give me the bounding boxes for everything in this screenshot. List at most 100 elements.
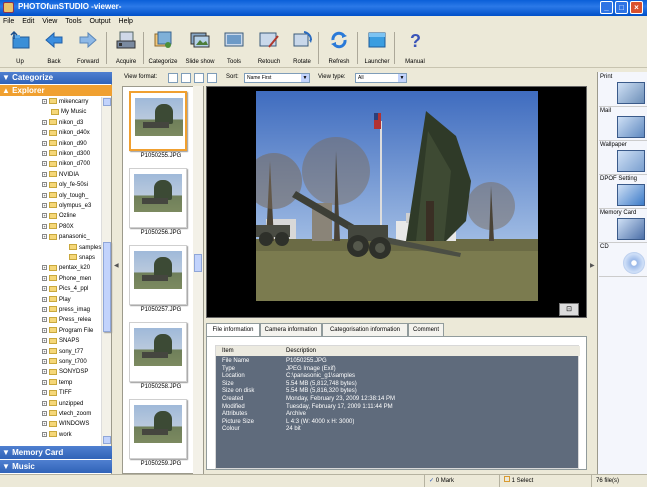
menu-help[interactable]: Help xyxy=(119,16,133,28)
output-tool-wallpaper[interactable]: Wallpaper xyxy=(599,141,647,175)
expand-icon[interactable]: + xyxy=(42,130,47,136)
tree-folder-item[interactable]: + nikon_d300 xyxy=(42,150,90,159)
expand-icon[interactable]: + xyxy=(42,275,47,281)
scroll-down-arrow[interactable] xyxy=(103,436,111,444)
expand-icon[interactable]: + xyxy=(42,171,47,177)
expand-icon[interactable]: + xyxy=(42,140,47,146)
slideshow-button[interactable]: Slide show xyxy=(182,30,218,66)
tree-folder-item[interactable]: samples xyxy=(60,244,101,253)
view-type-select[interactable]: All ▼ xyxy=(355,73,407,83)
collapse-right-icon[interactable]: ▶ xyxy=(590,262,595,269)
output-tool-cd[interactable]: CD xyxy=(599,243,647,277)
expand-icon[interactable]: + xyxy=(42,410,47,416)
output-tool-mail[interactable]: Mail xyxy=(599,107,647,141)
tree-folder-item[interactable]: + Press_relea xyxy=(42,316,91,325)
close-button[interactable]: × xyxy=(630,1,643,14)
tree-folder-item[interactable]: + olympus_e3 xyxy=(42,202,91,211)
tree-folder-item[interactable]: + WINDOWS xyxy=(42,420,89,429)
tree-folder-item[interactable]: + Phone_men xyxy=(42,275,91,284)
expand-icon[interactable]: + xyxy=(42,150,47,156)
rotate-button[interactable]: Rotate xyxy=(284,30,320,66)
tree-folder-item[interactable]: + temp xyxy=(42,379,72,388)
scroll-thumb[interactable] xyxy=(194,254,202,272)
menu-edit[interactable]: Edit xyxy=(22,16,34,28)
tools-button[interactable]: Tools xyxy=(216,30,252,66)
tree-folder-item[interactable]: + NVIDIA xyxy=(42,171,79,180)
menu-tools[interactable]: Tools xyxy=(65,16,81,28)
thumbnail-item[interactable] xyxy=(129,322,187,382)
tab-file-information[interactable]: File information xyxy=(206,323,260,337)
tree-folder-item[interactable]: + press_imag xyxy=(42,306,90,315)
expand-icon[interactable]: + xyxy=(42,119,47,125)
expand-icon[interactable]: + xyxy=(42,348,47,354)
expand-icon[interactable]: + xyxy=(42,98,47,104)
tree-folder-item[interactable]: + nikon_d40x xyxy=(42,129,90,138)
refresh-button[interactable]: Refresh xyxy=(321,30,357,66)
output-tool-printer[interactable]: Print xyxy=(599,73,647,107)
maximize-button[interactable]: □ xyxy=(615,1,628,14)
forward-button[interactable]: Forward xyxy=(70,30,106,66)
tree-folder-item[interactable]: + nikon_d90 xyxy=(42,140,87,149)
tree-scrollbar[interactable] xyxy=(101,97,111,446)
expand-icon[interactable]: + xyxy=(42,369,47,375)
tree-folder-item[interactable]: + SNAPS xyxy=(42,337,79,346)
expand-icon[interactable]: + xyxy=(42,317,47,323)
tree-folder-item[interactable]: + nikon_d3 xyxy=(42,119,83,128)
view-format-list-button[interactable] xyxy=(181,73,191,83)
view-format-detail-button[interactable] xyxy=(194,73,204,83)
tab-comment[interactable]: Comment xyxy=(408,323,444,336)
menu-output[interactable]: Output xyxy=(90,16,111,28)
expand-icon[interactable]: + xyxy=(42,192,47,198)
expand-icon[interactable]: + xyxy=(42,202,47,208)
tree-folder-item[interactable]: + oly_fe-50si xyxy=(42,181,88,190)
chevron-down-icon[interactable]: ▼ xyxy=(398,74,406,82)
menu-file[interactable]: File xyxy=(3,16,14,28)
retouch-button[interactable]: Retouch xyxy=(251,30,287,66)
view-format-grid-button[interactable] xyxy=(168,73,178,83)
expand-icon[interactable]: + xyxy=(42,431,47,437)
manual-button[interactable]: ? Manual xyxy=(397,30,433,66)
tree-folder-item[interactable]: + work xyxy=(42,431,72,440)
expand-icon[interactable]: + xyxy=(42,379,47,385)
menu-view[interactable]: View xyxy=(42,16,57,28)
expand-icon[interactable]: + xyxy=(42,327,47,333)
tree-folder-item[interactable]: + SONYDSP xyxy=(42,368,88,377)
tree-folder-item[interactable]: snaps xyxy=(60,254,95,263)
collapse-left-icon[interactable]: ◀ xyxy=(114,262,119,269)
right-splitter[interactable]: ▶ xyxy=(589,72,597,474)
thumbnail-scrollbar[interactable] xyxy=(193,86,203,474)
expand-icon[interactable]: + xyxy=(42,286,47,292)
thumbnail-item[interactable] xyxy=(129,399,187,459)
categorize-button[interactable]: Categorize xyxy=(145,30,181,66)
expand-icon[interactable]: + xyxy=(42,400,47,406)
output-tool-dpof[interactable]: DPOF Setting xyxy=(599,175,647,209)
explorer-header[interactable]: ▲ Explorer xyxy=(0,85,112,96)
tab-categorisation-information[interactable]: Categorisation information xyxy=(322,323,408,336)
up-button[interactable]: Up xyxy=(2,30,38,66)
expand-icon[interactable]: + xyxy=(42,182,47,188)
expand-icon[interactable]: + xyxy=(42,358,47,364)
left-splitter[interactable]: ◀ xyxy=(113,72,121,474)
tree-folder-item[interactable]: + Program File xyxy=(42,327,93,336)
tree-folder-item[interactable]: + unzipped xyxy=(42,400,83,409)
expand-icon[interactable]: + xyxy=(42,265,47,271)
tree-folder-item[interactable]: + P80X xyxy=(42,223,74,232)
tree-folder-item[interactable]: + nikon_d700 xyxy=(42,160,90,169)
tree-folder-item[interactable]: + TIFF xyxy=(42,389,72,398)
fullscreen-button[interactable]: ⊡ xyxy=(559,303,579,316)
thumbnail-item[interactable] xyxy=(129,91,187,151)
expand-icon[interactable]: + xyxy=(42,234,47,240)
expand-icon[interactable]: + xyxy=(42,223,47,229)
expand-icon[interactable]: + xyxy=(42,161,47,167)
tree-folder-item[interactable]: + oly_tough_ xyxy=(42,192,88,201)
categorize-header[interactable]: ▼ Categorize xyxy=(0,72,112,84)
thumbnail-item[interactable] xyxy=(129,168,187,228)
sort-select[interactable]: Name First ▼ xyxy=(244,73,310,83)
expand-icon[interactable]: + xyxy=(42,421,47,427)
tab-camera-information[interactable]: Camera information xyxy=(260,323,322,336)
expand-icon[interactable]: + xyxy=(42,306,47,312)
expand-icon[interactable]: + xyxy=(42,390,47,396)
music-header[interactable]: ▼ Music xyxy=(0,460,112,473)
output-tool-memory-card[interactable]: Memory Card xyxy=(599,209,647,243)
back-button[interactable]: Back xyxy=(36,30,72,66)
